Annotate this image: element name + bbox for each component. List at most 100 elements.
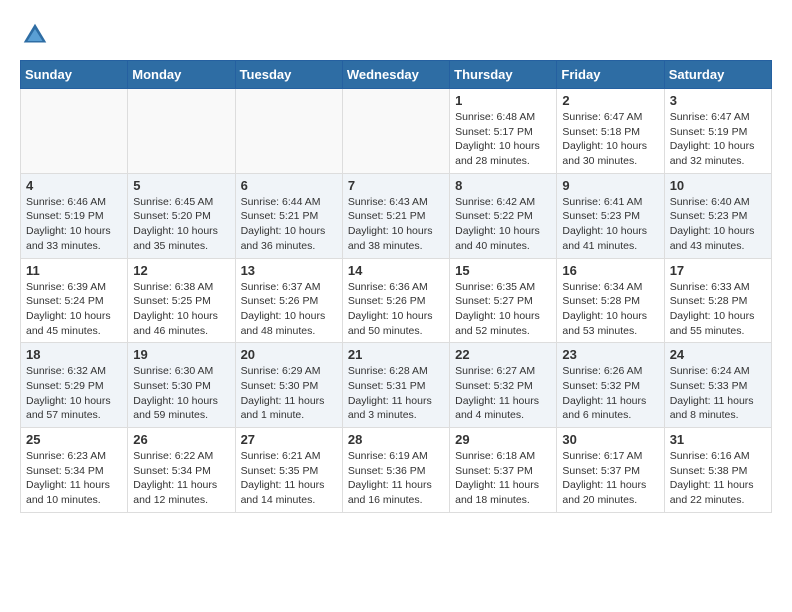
day-info: Sunrise: 6:41 AM Sunset: 5:23 PM Dayligh… xyxy=(562,195,658,254)
calendar-cell: 11 Sunrise: 6:39 AM Sunset: 5:24 PM Dayli… xyxy=(21,258,128,343)
calendar-cell: 16 Sunrise: 6:34 AM Sunset: 5:28 PM Dayli… xyxy=(557,258,664,343)
calendar-cell: 1 Sunrise: 6:48 AM Sunset: 5:17 PM Daylig… xyxy=(450,89,557,174)
logo xyxy=(20,20,56,50)
day-number: 14 xyxy=(348,263,444,278)
day-header-sunday: Sunday xyxy=(21,61,128,89)
day-info: Sunrise: 6:26 AM Sunset: 5:32 PM Dayligh… xyxy=(562,364,658,423)
calendar-week-row: 11 Sunrise: 6:39 AM Sunset: 5:24 PM Dayli… xyxy=(21,258,772,343)
day-header-thursday: Thursday xyxy=(450,61,557,89)
day-info: Sunrise: 6:19 AM Sunset: 5:36 PM Dayligh… xyxy=(348,449,444,508)
day-number: 26 xyxy=(133,432,229,447)
day-number: 30 xyxy=(562,432,658,447)
day-number: 16 xyxy=(562,263,658,278)
day-number: 23 xyxy=(562,347,658,362)
day-number: 22 xyxy=(455,347,551,362)
day-info: Sunrise: 6:40 AM Sunset: 5:23 PM Dayligh… xyxy=(670,195,766,254)
calendar-cell: 13 Sunrise: 6:37 AM Sunset: 5:26 PM Dayli… xyxy=(235,258,342,343)
calendar-cell: 26Sunrise: 6:22 AM Sunset: 5:34 PM Dayli… xyxy=(128,428,235,513)
calendar-cell: 30 Sunrise: 6:17 AM Sunset: 5:37 PM Dayli… xyxy=(557,428,664,513)
day-info: Sunrise: 6:18 AM Sunset: 5:37 PM Dayligh… xyxy=(455,449,551,508)
day-info: Sunrise: 6:34 AM Sunset: 5:28 PM Dayligh… xyxy=(562,280,658,339)
calendar-header-row: SundayMondayTuesdayWednesdayThursdayFrid… xyxy=(21,61,772,89)
day-info: Sunrise: 6:24 AM Sunset: 5:33 PM Dayligh… xyxy=(670,364,766,423)
calendar-week-row: 4 Sunrise: 6:46 AM Sunset: 5:19 PM Daylig… xyxy=(21,173,772,258)
calendar-week-row: 18 Sunrise: 6:32 AM Sunset: 5:29 PM Dayli… xyxy=(21,343,772,428)
calendar-cell: 4 Sunrise: 6:46 AM Sunset: 5:19 PM Daylig… xyxy=(21,173,128,258)
day-number: 19 xyxy=(133,347,229,362)
day-info: Sunrise: 6:45 AM Sunset: 5:20 PM Dayligh… xyxy=(133,195,229,254)
calendar-cell: 18 Sunrise: 6:32 AM Sunset: 5:29 PM Dayli… xyxy=(21,343,128,428)
day-info: Sunrise: 6:47 AM Sunset: 5:18 PM Dayligh… xyxy=(562,110,658,169)
day-number: 7 xyxy=(348,178,444,193)
day-number: 9 xyxy=(562,178,658,193)
day-info: Sunrise: 6:29 AM Sunset: 5:30 PM Dayligh… xyxy=(241,364,337,423)
calendar-cell: 7 Sunrise: 6:43 AM Sunset: 5:21 PM Daylig… xyxy=(342,173,449,258)
calendar-cell: 28Sunrise: 6:19 AM Sunset: 5:36 PM Dayli… xyxy=(342,428,449,513)
day-number: 1 xyxy=(455,93,551,108)
day-info: Sunrise: 6:33 AM Sunset: 5:28 PM Dayligh… xyxy=(670,280,766,339)
calendar-cell: 25 Sunrise: 6:23 AM Sunset: 5:34 PM Dayli… xyxy=(21,428,128,513)
calendar-cell: 8Sunrise: 6:42 AM Sunset: 5:22 PM Daylig… xyxy=(450,173,557,258)
day-number: 27 xyxy=(241,432,337,447)
day-number: 24 xyxy=(670,347,766,362)
day-header-friday: Friday xyxy=(557,61,664,89)
day-info: Sunrise: 6:21 AM Sunset: 5:35 PM Dayligh… xyxy=(241,449,337,508)
day-info: Sunrise: 6:17 AM Sunset: 5:37 PM Dayligh… xyxy=(562,449,658,508)
calendar-cell: 6 Sunrise: 6:44 AM Sunset: 5:21 PM Daylig… xyxy=(235,173,342,258)
calendar-cell: 19 Sunrise: 6:30 AM Sunset: 5:30 PM Dayli… xyxy=(128,343,235,428)
page-header xyxy=(20,20,772,50)
day-info: Sunrise: 6:39 AM Sunset: 5:24 PM Dayligh… xyxy=(26,280,122,339)
day-number: 25 xyxy=(26,432,122,447)
day-number: 8 xyxy=(455,178,551,193)
day-number: 11 xyxy=(26,263,122,278)
day-number: 20 xyxy=(241,347,337,362)
day-info: Sunrise: 6:32 AM Sunset: 5:29 PM Dayligh… xyxy=(26,364,122,423)
day-number: 4 xyxy=(26,178,122,193)
day-info: Sunrise: 6:30 AM Sunset: 5:30 PM Dayligh… xyxy=(133,364,229,423)
day-info: Sunrise: 6:28 AM Sunset: 5:31 PM Dayligh… xyxy=(348,364,444,423)
day-info: Sunrise: 6:47 AM Sunset: 5:19 PM Dayligh… xyxy=(670,110,766,169)
calendar-cell: 10 Sunrise: 6:40 AM Sunset: 5:23 PM Dayli… xyxy=(664,173,771,258)
day-info: Sunrise: 6:48 AM Sunset: 5:17 PM Dayligh… xyxy=(455,110,551,169)
calendar-cell: 21Sunrise: 6:28 AM Sunset: 5:31 PM Dayli… xyxy=(342,343,449,428)
day-header-monday: Monday xyxy=(128,61,235,89)
day-info: Sunrise: 6:46 AM Sunset: 5:19 PM Dayligh… xyxy=(26,195,122,254)
calendar-cell: 3 Sunrise: 6:47 AM Sunset: 5:19 PM Daylig… xyxy=(664,89,771,174)
day-number: 13 xyxy=(241,263,337,278)
day-number: 5 xyxy=(133,178,229,193)
day-number: 31 xyxy=(670,432,766,447)
day-number: 6 xyxy=(241,178,337,193)
day-header-saturday: Saturday xyxy=(664,61,771,89)
calendar-cell: 17 Sunrise: 6:33 AM Sunset: 5:28 PM Dayli… xyxy=(664,258,771,343)
day-info: Sunrise: 6:43 AM Sunset: 5:21 PM Dayligh… xyxy=(348,195,444,254)
day-number: 3 xyxy=(670,93,766,108)
calendar-cell xyxy=(235,89,342,174)
calendar-cell: 12Sunrise: 6:38 AM Sunset: 5:25 PM Dayli… xyxy=(128,258,235,343)
day-info: Sunrise: 6:44 AM Sunset: 5:21 PM Dayligh… xyxy=(241,195,337,254)
calendar-cell: 14 Sunrise: 6:36 AM Sunset: 5:26 PM Dayli… xyxy=(342,258,449,343)
day-info: Sunrise: 6:27 AM Sunset: 5:32 PM Dayligh… xyxy=(455,364,551,423)
day-info: Sunrise: 6:37 AM Sunset: 5:26 PM Dayligh… xyxy=(241,280,337,339)
day-info: Sunrise: 6:36 AM Sunset: 5:26 PM Dayligh… xyxy=(348,280,444,339)
day-number: 18 xyxy=(26,347,122,362)
day-number: 2 xyxy=(562,93,658,108)
calendar-cell: 23 Sunrise: 6:26 AM Sunset: 5:32 PM Dayli… xyxy=(557,343,664,428)
day-header-tuesday: Tuesday xyxy=(235,61,342,89)
day-info: Sunrise: 6:35 AM Sunset: 5:27 PM Dayligh… xyxy=(455,280,551,339)
calendar-week-row: 1 Sunrise: 6:48 AM Sunset: 5:17 PM Daylig… xyxy=(21,89,772,174)
calendar-table: SundayMondayTuesdayWednesdayThursdayFrid… xyxy=(20,60,772,513)
day-header-wednesday: Wednesday xyxy=(342,61,449,89)
calendar-cell: 15 Sunrise: 6:35 AM Sunset: 5:27 PM Dayli… xyxy=(450,258,557,343)
calendar-cell: 9 Sunrise: 6:41 AM Sunset: 5:23 PM Daylig… xyxy=(557,173,664,258)
day-number: 10 xyxy=(670,178,766,193)
day-number: 17 xyxy=(670,263,766,278)
calendar-cell: 20 Sunrise: 6:29 AM Sunset: 5:30 PM Dayli… xyxy=(235,343,342,428)
day-number: 15 xyxy=(455,263,551,278)
calendar-cell xyxy=(342,89,449,174)
day-info: Sunrise: 6:16 AM Sunset: 5:38 PM Dayligh… xyxy=(670,449,766,508)
day-info: Sunrise: 6:23 AM Sunset: 5:34 PM Dayligh… xyxy=(26,449,122,508)
calendar-cell: 27 Sunrise: 6:21 AM Sunset: 5:35 PM Dayli… xyxy=(235,428,342,513)
calendar-cell: 22 Sunrise: 6:27 AM Sunset: 5:32 PM Dayli… xyxy=(450,343,557,428)
calendar-cell: 24 Sunrise: 6:24 AM Sunset: 5:33 PM Dayli… xyxy=(664,343,771,428)
calendar-cell: 31 Sunrise: 6:16 AM Sunset: 5:38 PM Dayli… xyxy=(664,428,771,513)
